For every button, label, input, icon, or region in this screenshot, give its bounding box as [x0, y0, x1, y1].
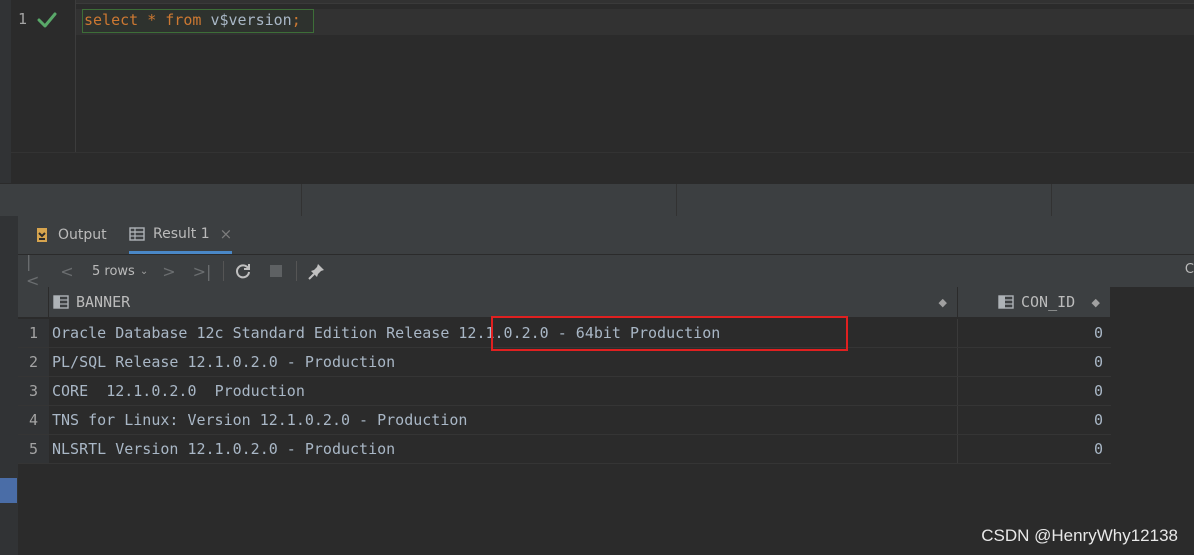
table-row[interactable]: 2 PL/SQL Release 12.1.0.2.0 - Production… [18, 348, 1111, 377]
editor-top-border [0, 0, 1194, 4]
cell-divider [957, 406, 958, 434]
last-page-button[interactable]: >| [190, 261, 214, 281]
row-number: 3 [18, 377, 49, 405]
line-number: 1 [18, 10, 28, 28]
con-id-cell[interactable]: 0 [1094, 319, 1103, 347]
tab-result-1[interactable]: Result 1 × [129, 216, 233, 254]
con-id-cell[interactable]: 0 [1094, 377, 1103, 405]
rows-select[interactable]: 5 rows ⌄ [92, 261, 148, 281]
row-number-header [18, 287, 49, 317]
banner-cell[interactable]: PL/SQL Release 12.1.0.2.0 - Production [52, 348, 395, 376]
rows-count-label: 5 rows [92, 263, 135, 279]
toolbar-separator [223, 261, 224, 281]
semicolon: ; [291, 11, 301, 29]
keyword-from: from [165, 11, 202, 29]
results-tabs: Output Result 1 × [18, 216, 1194, 255]
refresh-button[interactable] [232, 261, 254, 281]
toolbar-overflow-text: C [1184, 262, 1194, 277]
column-icon [53, 295, 69, 309]
editor-bottom [11, 152, 1194, 184]
column-name-con-id: CON_ID [1021, 293, 1076, 311]
toolbar-separator [296, 261, 297, 281]
con-id-cell[interactable]: 0 [1094, 406, 1103, 434]
column-name-banner: BANNER [76, 293, 131, 311]
chevron-down-icon: ⌄ [139, 265, 149, 277]
cell-divider [957, 319, 958, 347]
panel-splitter[interactable] [0, 183, 1194, 217]
sort-icon[interactable]: ◆ [939, 296, 947, 309]
results-toolbar: |< < 5 rows ⌄ > >| C [18, 252, 1194, 290]
con-id-cell[interactable]: 0 [1094, 435, 1103, 463]
cell-divider [957, 377, 958, 405]
panel-side-strip [0, 216, 18, 555]
row-number: 2 [18, 348, 49, 376]
row-number: 4 [18, 406, 49, 434]
splitter-segment [676, 184, 677, 217]
tab-output-label: Output [58, 227, 107, 243]
splitter-segment [301, 184, 302, 217]
close-icon[interactable]: × [220, 225, 233, 243]
row-number: 1 [18, 319, 49, 347]
annotation-highlight-box [491, 316, 848, 351]
cell-divider [957, 435, 958, 463]
sql-editor[interactable]: 1 select * from v$version; [0, 0, 1194, 184]
editor-gutter: 1 [11, 0, 76, 152]
banner-cell[interactable]: CORE 12.1.0.2.0 Production [52, 377, 305, 405]
table-row[interactable]: 5 NLSRTL Version 12.1.0.2.0 - Production… [18, 435, 1111, 464]
con-id-cell[interactable]: 0 [1094, 348, 1103, 376]
stop-icon [270, 265, 282, 277]
output-icon [37, 228, 47, 242]
first-page-button[interactable]: |< [26, 252, 44, 290]
check-icon [37, 12, 57, 28]
keyword-select: select [84, 11, 139, 29]
table-row[interactable]: 4 TNS for Linux: Version 12.1.0.2.0 - Pr… [18, 406, 1111, 435]
stop-button[interactable] [266, 261, 286, 281]
row-number: 5 [18, 435, 49, 463]
banner-cell[interactable]: NLSRTL Version 12.1.0.2.0 - Production [52, 435, 395, 463]
prev-page-button[interactable]: < [58, 261, 76, 281]
cell-divider [957, 348, 958, 376]
sql-statement[interactable]: select * from v$version; [84, 11, 301, 29]
pin-icon [308, 264, 324, 280]
table-row[interactable]: 3 CORE 12.1.0.2.0 Production 0 [18, 377, 1111, 406]
splitter-segment [1051, 184, 1052, 217]
editor-left-edge [0, 0, 11, 183]
column-header-con-id[interactable]: CON_ID ◆ [958, 287, 1111, 317]
pin-button[interactable] [306, 261, 328, 281]
tab-result-label: Result 1 [153, 225, 210, 242]
table-icon [129, 226, 145, 241]
watermark: CSDN @HenryWhy12138 [981, 526, 1178, 545]
table-name: v$version [210, 11, 292, 29]
refresh-icon [236, 264, 250, 279]
side-marker [0, 478, 17, 503]
results-panel: Output Result 1 × |< < 5 rows ⌄ > >| C B… [0, 216, 1194, 555]
column-icon [998, 295, 1014, 309]
sort-icon[interactable]: ◆ [1092, 296, 1100, 309]
banner-cell[interactable]: TNS for Linux: Version 12.1.0.2.0 - Prod… [52, 406, 467, 434]
operator-star: * [147, 11, 157, 29]
column-header-banner[interactable]: BANNER ◆ [49, 287, 958, 317]
tab-output[interactable]: Output [34, 216, 107, 254]
next-page-button[interactable]: > [160, 261, 178, 281]
